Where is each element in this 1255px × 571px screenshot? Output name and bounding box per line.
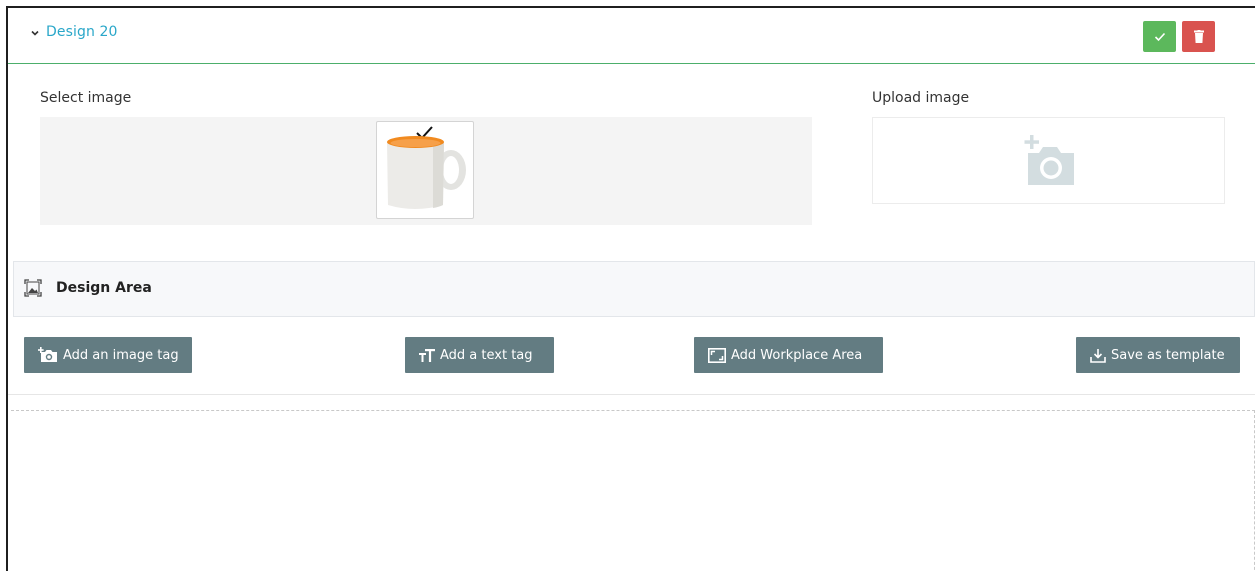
save-as-template-button[interactable]: Save as template xyxy=(1076,337,1240,373)
design-canvas[interactable] xyxy=(11,410,1255,571)
mug-rim-preview xyxy=(11,411,1255,571)
design-panel: Design 20 Select image Upload image Desi… xyxy=(6,6,1255,571)
select-image-label: Select image xyxy=(40,90,132,106)
divider xyxy=(8,394,1255,395)
chevron-down-icon[interactable] xyxy=(30,28,40,38)
image-selector xyxy=(40,117,812,225)
confirm-button[interactable] xyxy=(1143,21,1176,52)
save-as-template-label: Save as template xyxy=(1111,347,1225,363)
frame-icon xyxy=(708,347,726,363)
upload-dropzone[interactable] xyxy=(872,117,1225,204)
camera-plus-icon xyxy=(38,347,57,362)
add-text-tag-label: Add a text tag xyxy=(440,347,533,363)
design-header[interactable]: Design 20 xyxy=(8,8,1255,64)
add-workplace-area-button[interactable]: Add Workplace Area xyxy=(694,337,883,373)
delete-button[interactable] xyxy=(1182,21,1215,52)
add-text-tag-button[interactable]: Add a text tag xyxy=(405,337,554,373)
upload-image-label: Upload image xyxy=(872,90,970,106)
add-workplace-area-label: Add Workplace Area xyxy=(731,347,863,363)
text-size-icon xyxy=(419,348,435,362)
mug-image xyxy=(387,126,466,209)
trash-icon xyxy=(1193,30,1204,43)
add-camera-icon xyxy=(1024,135,1074,185)
design-title[interactable]: Design 20 xyxy=(46,24,118,40)
download-icon xyxy=(1090,348,1106,363)
add-image-tag-button[interactable]: Add an image tag xyxy=(24,337,192,373)
image-frame-icon xyxy=(24,279,42,297)
design-area-bar: Design Area xyxy=(13,261,1255,317)
design-area-title: Design Area xyxy=(56,280,152,296)
mug-thumbnail[interactable] xyxy=(376,121,474,219)
add-image-tag-label: Add an image tag xyxy=(63,347,179,363)
check-icon xyxy=(1154,32,1165,41)
